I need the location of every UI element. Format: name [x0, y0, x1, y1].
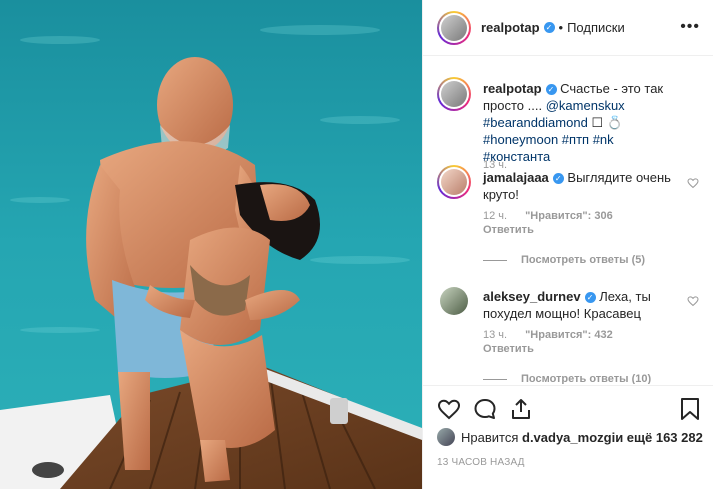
author-username[interactable]: realpotap [481, 20, 540, 35]
comment-like-heart-icon[interactable] [687, 295, 699, 307]
commenter-avatar[interactable] [437, 165, 471, 199]
ring-emoji-icon: 💍 [606, 115, 623, 130]
view-replies-button[interactable]: Посмотреть ответы (10) [483, 373, 651, 384]
likes-prefix: Нравится [461, 429, 519, 445]
commenter-username[interactable]: aleksey_durnev [483, 289, 581, 304]
separator-dot: • [558, 20, 564, 35]
hashtag-link[interactable]: #honeymoon [483, 132, 558, 147]
commenter-avatar[interactable] [437, 284, 471, 318]
more-options-icon[interactable]: ••• [680, 18, 700, 36]
reply-button[interactable]: Ответить [483, 343, 534, 355]
likes-count[interactable]: и ещё 163 282 [615, 430, 703, 445]
verified-badge-icon: ✓ [584, 292, 596, 303]
verified-badge-icon: ✓ [543, 22, 555, 33]
post-date[interactable]: 13 ЧАСОВ НАЗАД [437, 457, 525, 468]
comment-meta: 13 ч. "Нравится": 432 [483, 329, 613, 341]
post-photo[interactable] [0, 0, 422, 489]
hashtag-link[interactable]: #bearanddiamond [483, 115, 588, 130]
view-replies-label: Посмотреть ответы (5) [521, 254, 646, 266]
caption-author[interactable]: realpotap [483, 81, 542, 96]
verified-badge-icon: ✓ [545, 84, 557, 95]
mention-link[interactable]: @kamenskux [546, 98, 625, 113]
comment-text: aleksey_durnev ✓ Леха, ты похудел мощно! … [483, 288, 683, 322]
liker-username[interactable]: d.vadya_mozgi [522, 430, 615, 445]
verified-badge-icon: ✓ [552, 173, 564, 184]
view-replies-button[interactable]: Посмотреть ответы (5) [483, 254, 645, 266]
photo-couple-on-boat [0, 0, 422, 489]
post-header: realpotap ✓ • Подписки ••• [423, 0, 713, 56]
post-actions-bar [423, 385, 713, 431]
liker-avatar [437, 428, 455, 446]
reply-button[interactable]: Ответить [483, 224, 534, 236]
following-button[interactable]: Подписки [567, 20, 625, 35]
divider-line [483, 378, 507, 380]
comment-text: jamalajaaa ✓ Выглядите очень круто! [483, 169, 683, 203]
comments-list[interactable]: realpotap ✓ Счастье - это так просто ....… [423, 57, 713, 384]
commenter-username[interactable]: jamalajaaa [483, 170, 549, 185]
comment-time[interactable]: 13 ч. [483, 329, 507, 341]
instagram-post: realpotap ✓ • Подписки ••• realpotap ✓ Сч… [0, 0, 713, 489]
comment-likes-count[interactable]: "Нравится": 432 [525, 329, 613, 341]
post-side-panel: realpotap ✓ • Подписки ••• realpotap ✓ Сч… [422, 0, 713, 489]
bookmark-icon[interactable] [679, 397, 701, 421]
comment-likes-count[interactable]: "Нравится": 306 [525, 210, 613, 222]
divider-line [483, 259, 507, 261]
share-icon[interactable] [509, 397, 533, 421]
comment-time[interactable]: 12 ч. [483, 210, 507, 222]
hashtag-link[interactable]: #nk [593, 132, 614, 147]
caption-author-avatar[interactable] [437, 77, 471, 111]
emoji-icon: ☐ [591, 115, 604, 130]
hashtag-link[interactable]: #птп [562, 132, 589, 147]
likes-summary[interactable]: Нравится d.vadya_mozgi и ещё 163 282 [437, 428, 703, 446]
author-avatar[interactable] [437, 10, 471, 45]
comment-like-heart-icon[interactable] [687, 177, 699, 189]
caption-text: realpotap ✓ Счастье - это так просто ....… [483, 80, 683, 165]
comment-meta: 12 ч. "Нравится": 306 [483, 210, 613, 222]
comment-icon[interactable] [473, 397, 497, 421]
heart-icon[interactable] [437, 397, 461, 421]
view-replies-label: Посмотреть ответы (10) [521, 373, 652, 384]
